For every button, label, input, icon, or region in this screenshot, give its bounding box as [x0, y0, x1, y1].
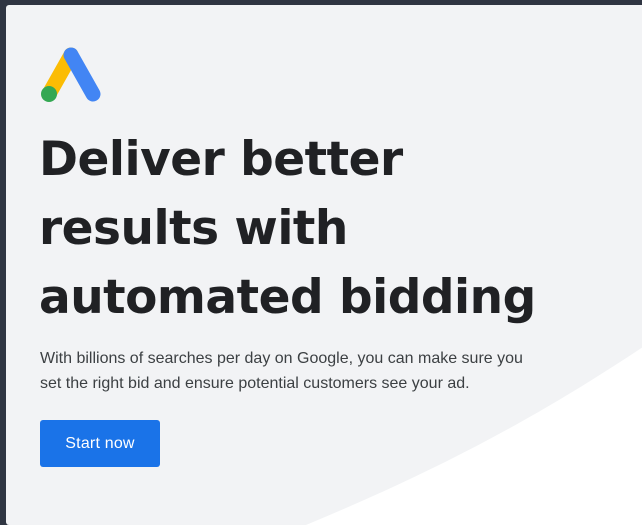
- page-headline: Deliver better results with automated bi…: [39, 125, 619, 332]
- headline-line: Deliver better: [39, 132, 403, 187]
- headline-line: automated bidding: [39, 270, 536, 325]
- hero-card: Deliver better results with automated bi…: [6, 5, 642, 525]
- description-line: set the right bid and ensure potential c…: [40, 375, 470, 392]
- google-ads-logo-icon: [41, 47, 101, 102]
- hero-description: With billions of searches per day on Goo…: [40, 346, 630, 396]
- description-line: With billions of searches per day on Goo…: [40, 350, 523, 367]
- headline-line: results with: [39, 201, 348, 256]
- start-now-button[interactable]: Start now: [40, 420, 160, 467]
